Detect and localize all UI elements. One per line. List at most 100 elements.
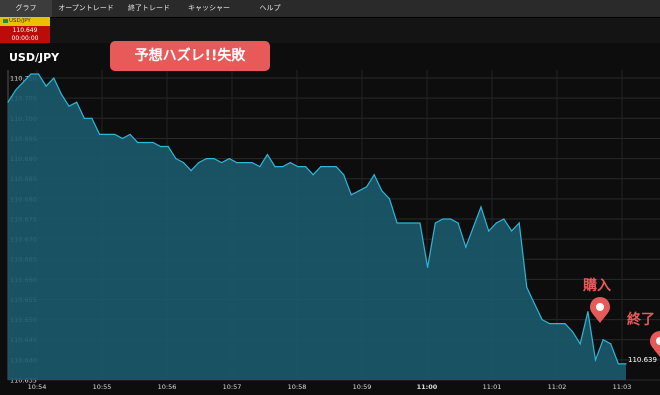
price-point	[510, 230, 513, 232]
price-point	[53, 77, 55, 79]
x-tick-label: 10:59	[353, 383, 372, 391]
price-point	[68, 105, 70, 107]
price-point	[587, 310, 589, 313]
price-point	[228, 157, 230, 160]
price-point	[167, 145, 169, 148]
price-point	[236, 161, 238, 164]
result-banner: 予想ハズレ!!失敗	[110, 41, 270, 71]
x-tick-label: 10:55	[93, 383, 112, 391]
price-point	[243, 161, 246, 164]
price-point	[434, 222, 436, 224]
price-point	[312, 174, 314, 176]
price-point	[526, 286, 528, 289]
price-point	[617, 363, 619, 365]
price-point	[320, 166, 322, 168]
price-point	[503, 218, 505, 220]
price-chart: 110.710110.705110.700110.695110.690110.6…	[7, 70, 660, 391]
price-point	[350, 194, 352, 196]
price-point	[396, 222, 398, 224]
price-point	[571, 331, 574, 333]
end-label: 終了	[627, 311, 655, 328]
price-point	[472, 226, 475, 228]
price-point	[564, 323, 566, 325]
x-tick-label: 10:54	[28, 383, 47, 391]
price-point	[602, 339, 604, 341]
price-point	[137, 141, 139, 144]
price-point	[7, 101, 9, 103]
price-point	[304, 166, 307, 168]
price-point	[427, 266, 429, 268]
price-point	[121, 137, 124, 140]
price-point	[152, 141, 154, 144]
price-point	[442, 218, 444, 220]
buy-pin-icon-dot	[596, 303, 604, 311]
end-pin-icon	[650, 331, 660, 357]
price-point	[381, 190, 383, 192]
price-point	[388, 198, 391, 200]
price-point	[327, 166, 330, 168]
x-tick-label: 10:57	[223, 383, 242, 391]
price-point	[297, 166, 299, 168]
price-point	[83, 117, 85, 119]
price-point	[594, 359, 597, 361]
price-point	[221, 161, 223, 164]
price-point	[213, 157, 215, 160]
price-point	[419, 222, 421, 224]
price-area-fill	[8, 74, 626, 380]
price-point	[259, 166, 261, 168]
x-tick-label: 11:02	[548, 383, 567, 391]
price-point	[114, 133, 116, 136]
price-point	[365, 186, 368, 188]
x-tick-label: 11:03	[613, 383, 632, 391]
price-point	[533, 302, 536, 305]
price-point	[411, 222, 413, 224]
price-point	[175, 157, 177, 160]
x-tick-label: 10:58	[288, 383, 307, 391]
price-point	[182, 161, 185, 164]
price-point	[518, 222, 520, 224]
price-point	[556, 323, 558, 325]
price-point	[335, 166, 337, 168]
price-point	[76, 101, 78, 103]
price-point	[289, 161, 291, 164]
x-tick-label: 11:00	[417, 383, 438, 391]
buy-label: 購入	[582, 277, 611, 294]
price-point	[22, 81, 24, 83]
price-point	[625, 363, 627, 365]
price-point	[373, 174, 375, 176]
price-point	[91, 117, 93, 119]
buy-pin-icon	[590, 297, 610, 323]
price-point	[343, 174, 345, 176]
price-point	[129, 133, 131, 136]
price-point	[98, 133, 101, 136]
price-point	[30, 73, 32, 75]
price-point	[549, 323, 551, 325]
price-point	[480, 206, 482, 208]
price-point	[60, 93, 63, 95]
price-point	[465, 246, 467, 248]
price-point	[144, 141, 146, 144]
price-point	[251, 161, 253, 164]
price-point	[488, 230, 490, 232]
price-point	[358, 190, 360, 192]
x-tick-label: 11:01	[483, 383, 502, 391]
price-point	[610, 343, 612, 345]
price-point	[404, 222, 406, 224]
x-tick-label: 10:56	[158, 383, 177, 391]
chart-title: USD/JPY	[9, 51, 60, 64]
price-point	[457, 222, 459, 224]
price-point	[15, 89, 17, 91]
price-point	[205, 157, 207, 160]
price-point	[198, 161, 200, 164]
price-point	[266, 153, 269, 156]
price-point	[159, 145, 162, 148]
price-point	[579, 343, 581, 345]
price-point	[274, 166, 276, 168]
price-point	[190, 170, 192, 172]
price-point	[106, 133, 108, 136]
price-point	[282, 166, 284, 168]
price-point	[37, 73, 40, 75]
price-point	[45, 85, 47, 87]
last-price-label: 110.639	[628, 356, 657, 364]
price-point	[495, 222, 497, 224]
